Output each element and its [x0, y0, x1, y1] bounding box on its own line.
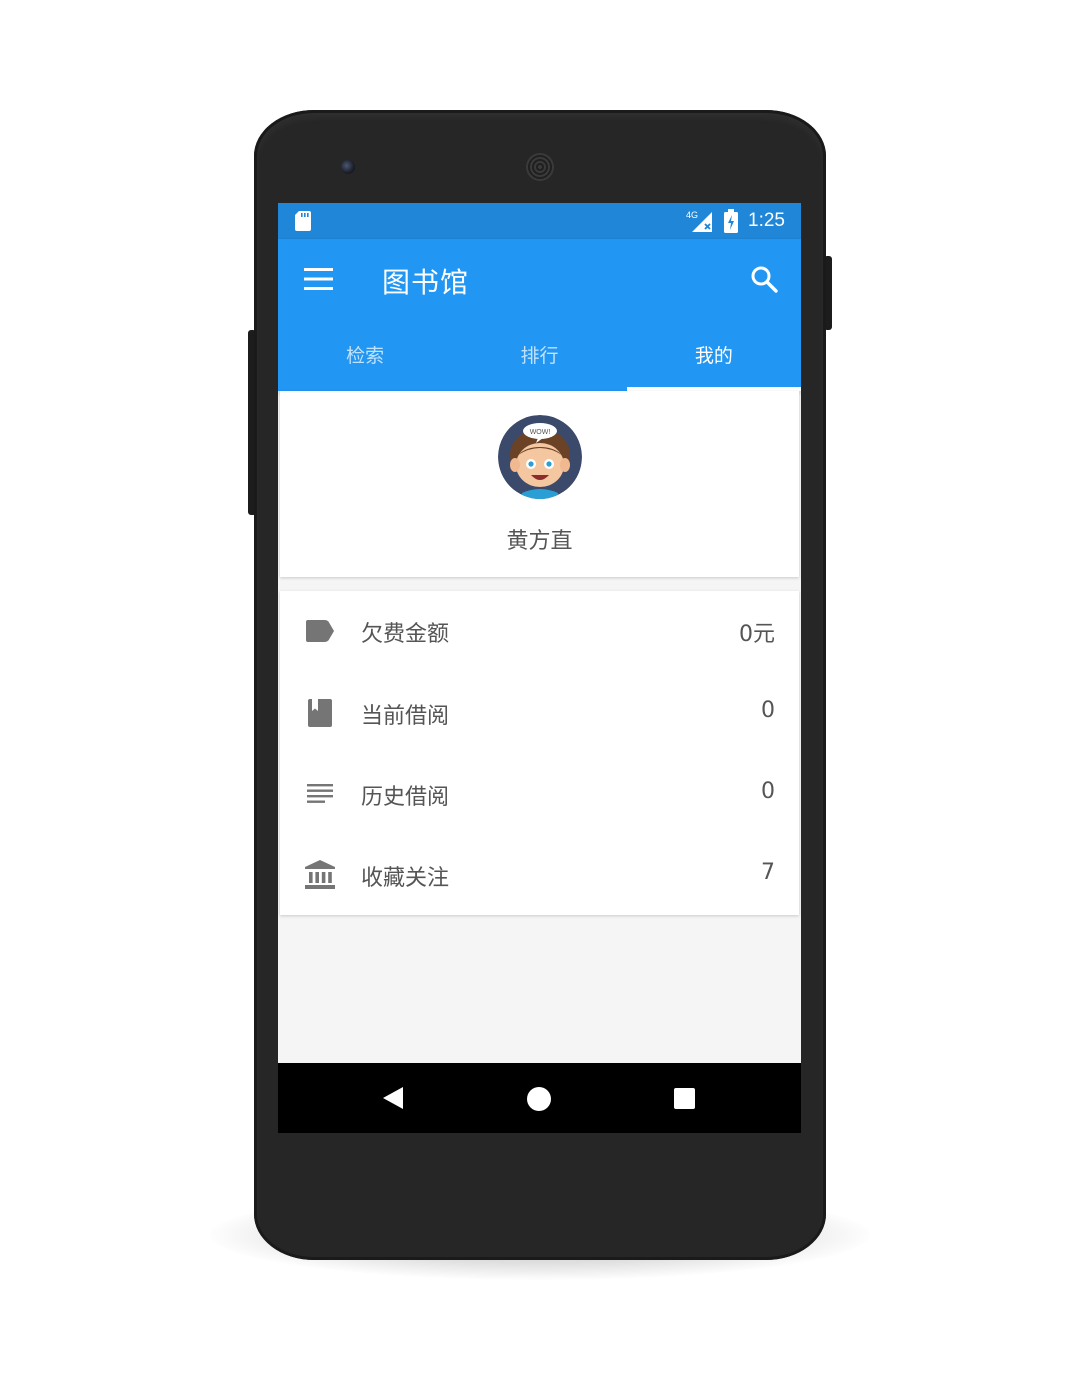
earpiece-speaker — [526, 153, 554, 181]
navigation-bar — [278, 1063, 801, 1133]
user-name: 黄方直 — [506, 529, 573, 554]
signal-icon: 4G — [686, 210, 712, 232]
app-bar: 图书馆 检索 排行 我的 — [278, 239, 801, 391]
phone-screen: 4G 1:25 图书馆 检索 排行 我的 WOW! 黄方直 欠费金额 0元 当前… — [278, 203, 801, 1133]
avatar-bubble-text: WOW! — [530, 429, 551, 436]
profile-card: WOW! 黄方直 — [280, 391, 799, 577]
back-icon[interactable] — [382, 1086, 404, 1110]
list-item-fees[interactable]: 欠费金额 0元 — [280, 591, 799, 671]
tab-ranking[interactable]: 排行 — [452, 335, 626, 391]
stats-list: 欠费金额 0元 当前借阅 0 历史借阅 0 收藏关注 7 — [280, 591, 799, 915]
tab-mine[interactable]: 我的 — [627, 335, 801, 391]
sd-card-icon — [295, 211, 311, 231]
search-icon[interactable] — [750, 265, 778, 293]
tab-bar: 检索 排行 我的 — [278, 335, 801, 391]
list-item-label: 当前借阅 — [361, 704, 450, 729]
bank-icon — [305, 860, 335, 889]
status-bar: 4G 1:25 — [278, 203, 801, 239]
list-icon — [307, 784, 333, 803]
list-item-current-borrow[interactable]: 当前借阅 0 — [280, 673, 799, 753]
home-icon[interactable] — [527, 1087, 551, 1111]
avatar[interactable]: WOW! — [498, 415, 582, 499]
list-item-value: 7 — [761, 860, 775, 885]
list-item-label: 历史借阅 — [361, 785, 450, 810]
network-type: 4G — [686, 210, 698, 220]
status-time: 1:25 — [748, 210, 785, 231]
list-item-favorites[interactable]: 收藏关注 7 — [280, 835, 799, 915]
list-item-value: 0元 — [739, 622, 775, 647]
list-item-label: 欠费金额 — [361, 622, 450, 647]
list-item-history-borrow[interactable]: 历史借阅 0 — [280, 754, 799, 834]
tag-icon — [306, 620, 334, 642]
front-camera — [341, 160, 355, 174]
list-item-value: 0 — [761, 779, 775, 804]
device-mockup: 4G 1:25 图书馆 检索 排行 我的 WOW! 黄方直 欠费金额 0元 当前… — [0, 0, 1080, 1384]
app-title: 图书馆 — [382, 266, 470, 299]
menu-icon[interactable] — [304, 268, 333, 290]
book-icon — [308, 699, 332, 727]
list-item-value: 0 — [761, 698, 775, 723]
tab-search[interactable]: 检索 — [278, 335, 452, 391]
recents-icon[interactable] — [674, 1088, 695, 1109]
list-item-label: 收藏关注 — [361, 866, 450, 891]
battery-icon — [724, 209, 738, 233]
